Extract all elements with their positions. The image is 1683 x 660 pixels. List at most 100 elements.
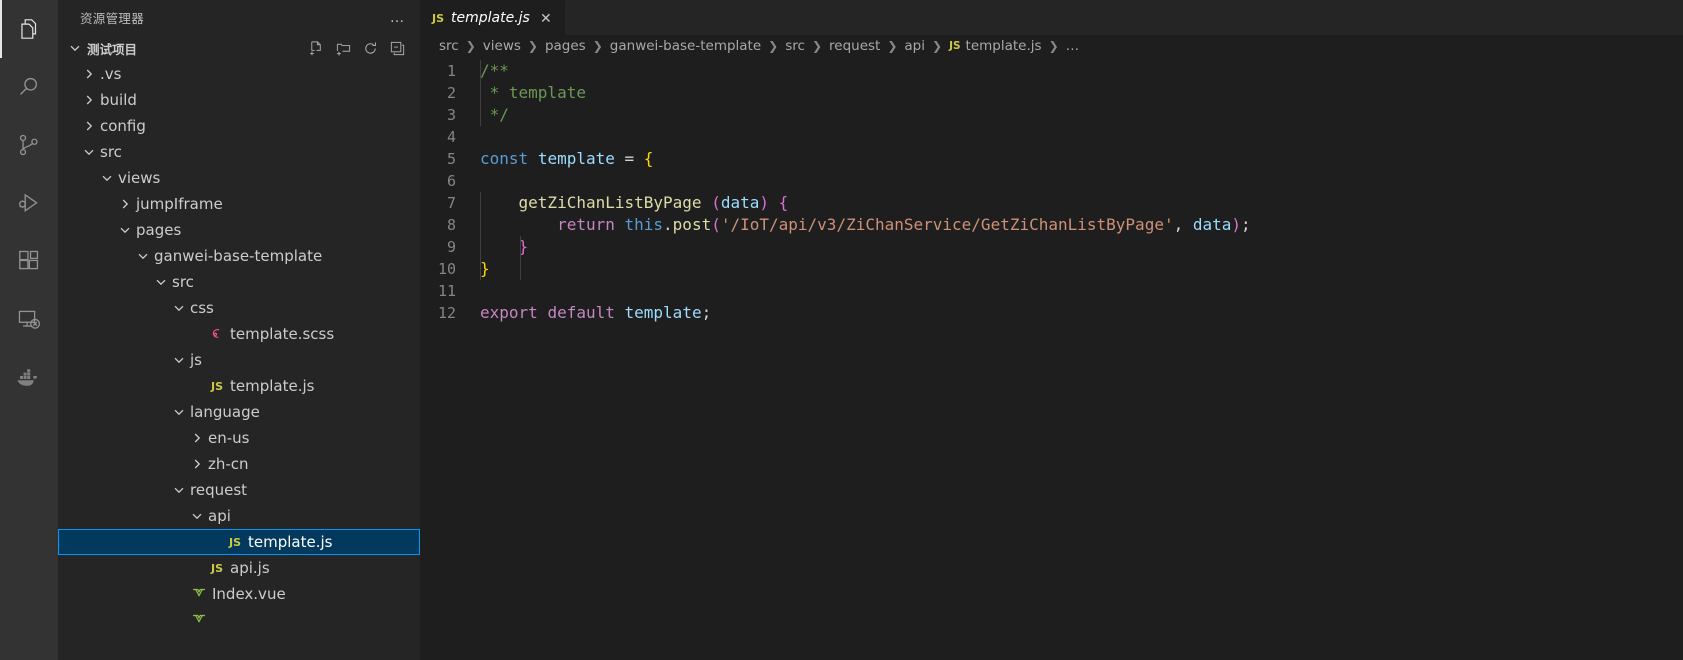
breadcrumb-item[interactable]: api <box>903 38 926 54</box>
run-debug-icon <box>16 190 42 216</box>
code-token: { <box>643 149 654 168</box>
tree-file-row[interactable]: Index.vue <box>58 581 420 607</box>
code-line[interactable] <box>476 280 1683 302</box>
activity-item-docker[interactable] <box>0 348 58 406</box>
chevron-down-icon[interactable] <box>170 352 188 368</box>
tree-folder-row[interactable]: request <box>58 477 420 503</box>
remote-explorer-icon <box>16 306 42 332</box>
chevron-right-icon[interactable] <box>116 196 134 212</box>
chevron-right-icon[interactable] <box>80 66 98 82</box>
chevron-down-icon[interactable] <box>152 274 170 290</box>
code-line[interactable]: } <box>476 258 1683 280</box>
chevron-right-icon[interactable] <box>188 456 206 472</box>
code-line[interactable]: */ <box>476 104 1683 126</box>
code-token: /** <box>480 61 509 80</box>
tree-folder-row[interactable]: pages <box>58 217 420 243</box>
tree-folder-row[interactable]: config <box>58 113 420 139</box>
tree-item-label: ganwei-base-template <box>154 247 323 265</box>
chevron-down-icon[interactable] <box>188 508 206 524</box>
code-line[interactable]: * template <box>476 82 1683 104</box>
code-line[interactable]: export default template; <box>476 302 1683 324</box>
chevron-down-icon[interactable] <box>80 144 98 160</box>
tree-file-row[interactable]: JS template.js <box>58 529 420 555</box>
editor-tab[interactable]: JS template.js ✕ <box>420 0 566 35</box>
vscode-window: 资源管理器 … 测试项目 .vs build config src views … <box>0 0 1683 660</box>
indent-guide <box>480 60 481 126</box>
tree-folder-row[interactable]: api <box>58 503 420 529</box>
breadcrumb[interactable]: src ❯ views ❯ pages ❯ ganwei-base-template ❯ src… <box>420 35 1683 57</box>
code-line[interactable]: /** <box>476 60 1683 82</box>
breadcrumb-item[interactable]: JS template.js <box>948 38 1043 54</box>
explorer-section-header[interactable]: 测试项目 <box>58 35 420 61</box>
activity-item-explorer[interactable] <box>0 0 58 58</box>
tree-item-label: api <box>208 507 231 525</box>
code-line[interactable]: return this.post('/IoT/api/v3/ZiChanServ… <box>476 214 1683 236</box>
breadcrumb-item-label: template.js <box>965 38 1042 54</box>
refresh-icon[interactable] <box>362 40 379 57</box>
collapse-all-icon[interactable] <box>389 40 406 57</box>
code-editor[interactable]: 1 2 3 4 5 6 7 8 9 10 11 12 /** * template */ const … <box>420 57 1683 660</box>
tree-folder-row[interactable]: language <box>58 399 420 425</box>
tree-folder-row[interactable]: build <box>58 87 420 113</box>
breadcrumb-separator-icon: ❯ <box>811 39 823 53</box>
breadcrumb-item-label: pages <box>544 38 586 54</box>
breadcrumb-item[interactable]: request <box>828 38 881 54</box>
breadcrumb-item[interactable]: pages <box>544 38 587 54</box>
chevron-down-icon[interactable] <box>98 170 116 186</box>
js-file-icon: JS <box>228 535 241 549</box>
chevron-down-icon[interactable] <box>134 248 152 264</box>
vue-file-icon <box>188 614 210 627</box>
tree-file-row[interactable]: JS template.js <box>58 373 420 399</box>
chevron-down-icon[interactable] <box>170 404 188 420</box>
activity-item-remote-explorer[interactable] <box>0 290 58 348</box>
tree-folder-row[interactable]: jumpIframe <box>58 191 420 217</box>
breadcrumb-item[interactable]: views <box>482 38 522 54</box>
sidebar-more-actions-button[interactable]: … <box>384 10 413 25</box>
chevron-right-icon[interactable] <box>80 92 98 108</box>
chevron-right-icon[interactable] <box>80 118 98 134</box>
tree-item-label: config <box>100 117 146 135</box>
chevron-down-icon[interactable] <box>170 300 188 316</box>
code-line[interactable] <box>476 170 1683 192</box>
breadcrumb-item[interactable]: src <box>784 38 806 54</box>
line-number: 8 <box>446 216 456 234</box>
chevron-down-icon[interactable] <box>116 222 134 238</box>
tree-folder-row[interactable]: src <box>58 269 420 295</box>
line-number: 2 <box>446 84 456 102</box>
code-line[interactable] <box>476 126 1683 148</box>
code-content[interactable]: /** * template */ const template = { get… <box>476 57 1683 660</box>
breadcrumb-item[interactable]: ganwei-base-template <box>609 38 762 54</box>
tree-item-label: Index.vue <box>212 585 286 603</box>
activity-item-source-control[interactable] <box>0 116 58 174</box>
activity-item-search[interactable] <box>0 58 58 116</box>
tree-folder-row[interactable]: ganwei-base-template <box>58 243 420 269</box>
tree-file-row[interactable]: template.scss <box>58 321 420 347</box>
tree-folder-row[interactable]: en-us <box>58 425 420 451</box>
code-token: * template <box>480 83 586 102</box>
tree-folder-row[interactable]: src <box>58 139 420 165</box>
activity-item-run-and-debug[interactable] <box>0 174 58 232</box>
tree-item-label: en-us <box>208 429 250 447</box>
new-file-icon[interactable] <box>308 40 325 57</box>
breadcrumb-item[interactable]: … <box>1065 38 1081 54</box>
code-line[interactable]: } <box>476 236 1683 258</box>
tree-folder-row[interactable]: .vs <box>58 61 420 87</box>
tree-file-row[interactable]: JS api.js <box>58 555 420 581</box>
new-folder-icon[interactable] <box>335 40 352 57</box>
breadcrumb-item[interactable]: src <box>438 38 460 54</box>
close-icon[interactable]: ✕ <box>537 9 555 27</box>
file-tree[interactable]: .vs build config src views jumpIframe pages gan… <box>58 61 420 660</box>
tree-folder-row[interactable]: js <box>58 347 420 373</box>
code-line[interactable]: getZiChanListByPage (data) { <box>476 192 1683 214</box>
activity-item-extensions[interactable] <box>0 232 58 290</box>
tree-folder-row[interactable]: css <box>58 295 420 321</box>
tree-folder-row[interactable]: views <box>58 165 420 191</box>
tree-item-label: src <box>100 143 122 161</box>
code-line[interactable]: const template = { <box>476 148 1683 170</box>
tree-file-row[interactable] <box>58 607 420 633</box>
chevron-right-icon[interactable] <box>188 430 206 446</box>
tree-item-label: src <box>172 273 194 291</box>
chevron-down-icon[interactable] <box>170 482 188 498</box>
tree-folder-row[interactable]: zh-cn <box>58 451 420 477</box>
